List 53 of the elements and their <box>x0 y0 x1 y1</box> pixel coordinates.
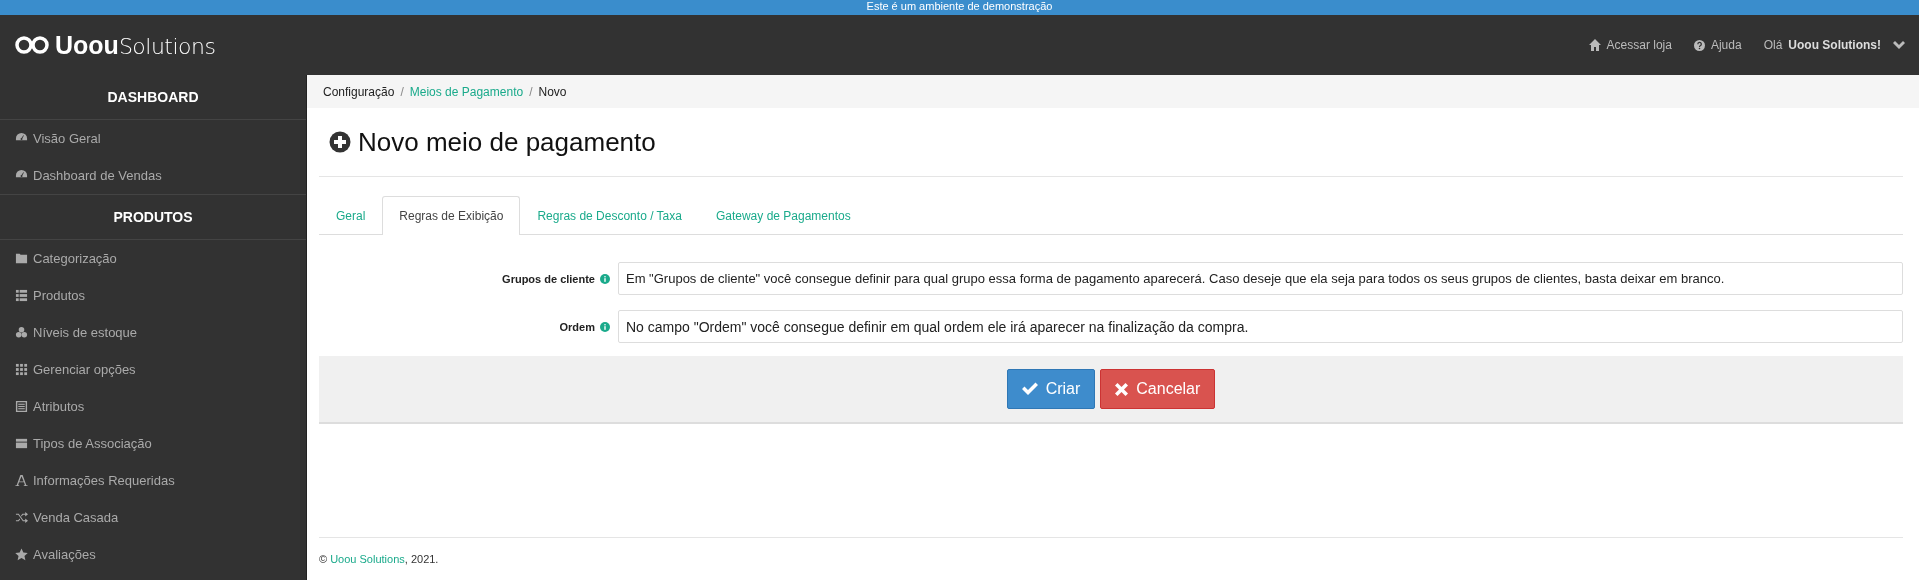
sidebar-item[interactable]: Atributos <box>0 388 306 425</box>
breadcrumb-separator: / <box>529 84 533 99</box>
sidebar-item[interactable]: Categorização <box>0 240 306 277</box>
section-heading: PRODUTOS <box>113 209 193 225</box>
help-icon <box>1693 39 1705 51</box>
breadcrumb-item: Configuração <box>323 84 395 99</box>
sidebar-item[interactable]: Avaliações <box>0 536 306 573</box>
sidebar-item[interactable]: Visão Geral <box>0 120 306 157</box>
sidebar-item[interactable]: Produtos <box>0 277 306 314</box>
user-menu[interactable]: Olá Uoou Solutions! <box>1763 38 1881 52</box>
list-icon <box>15 289 28 302</box>
grid-icon <box>15 363 28 376</box>
card-icon <box>15 437 28 450</box>
store-link[interactable]: Acessar loja <box>1588 38 1672 52</box>
tab[interactable]: Geral <box>319 196 383 235</box>
logo-text: UoouSolutions <box>55 30 216 60</box>
create-button[interactable]: Criar <box>1006 369 1096 409</box>
star-icon <box>15 548 28 561</box>
logo-icon <box>14 36 50 54</box>
close-icon <box>1115 382 1129 396</box>
demo-banner-text: Este é um ambiente de demonstração <box>866 0 1053 12</box>
info-icon <box>600 273 610 284</box>
footer-link[interactable]: Uoou Solutions <box>330 553 405 565</box>
page-title: Novo meio de pagamento <box>358 126 656 158</box>
chevron-down-icon <box>1893 40 1905 50</box>
plus-circle-icon <box>329 131 351 153</box>
tab[interactable]: Regras de Desconto / Taxa <box>520 196 699 235</box>
cubes-icon <box>15 326 28 339</box>
sidebar-item[interactable]: Gerenciar opções <box>0 351 306 388</box>
select-field[interactable]: Em "Grupos de cliente" você consegue definir para qual grupo essa forma de pagamento aparecerá. Caso deseje que ela seja para todos os seus grupos de clientes, basta deixar em branco. <box>618 262 1903 295</box>
sidebar-item[interactable]: Venda Casada <box>0 499 306 536</box>
breadcrumb-item: Novo <box>538 84 567 99</box>
home-icon <box>1588 39 1601 51</box>
folder-icon <box>15 252 28 265</box>
check-icon <box>1021 382 1038 396</box>
list-box-icon <box>15 400 28 413</box>
sidebar-item[interactable]: Informações Requeridas <box>0 462 306 499</box>
sidebar-item[interactable]: Dashboard de Vendas <box>0 157 306 194</box>
sidebar-item[interactable]: Tipos de Associação <box>0 425 306 462</box>
breadcrumb-separator: / <box>400 84 404 99</box>
footer-text: © Uoou Solutions, 2021. <box>319 553 439 565</box>
font-icon <box>15 474 28 487</box>
input-field[interactable]: No campo "Ordem" você consegue definir em qual ordem ele irá aparecer na finalização da compra. <box>618 310 1903 343</box>
cancel-button[interactable]: Cancelar <box>1100 369 1216 409</box>
tab[interactable]: Regras de Exibição <box>382 196 521 235</box>
tab[interactable]: Gateway de Pagamentos <box>698 196 868 235</box>
info-icon <box>600 321 610 332</box>
field-label: Grupos de cliente <box>502 272 595 285</box>
help-link[interactable]: Ajuda <box>1693 38 1742 52</box>
sidebar-item[interactable]: Níveis de estoque <box>0 314 306 351</box>
field-label: Ordem <box>559 320 595 333</box>
shuffle-icon <box>15 511 28 524</box>
section-heading: DASHBOARD <box>107 89 199 105</box>
